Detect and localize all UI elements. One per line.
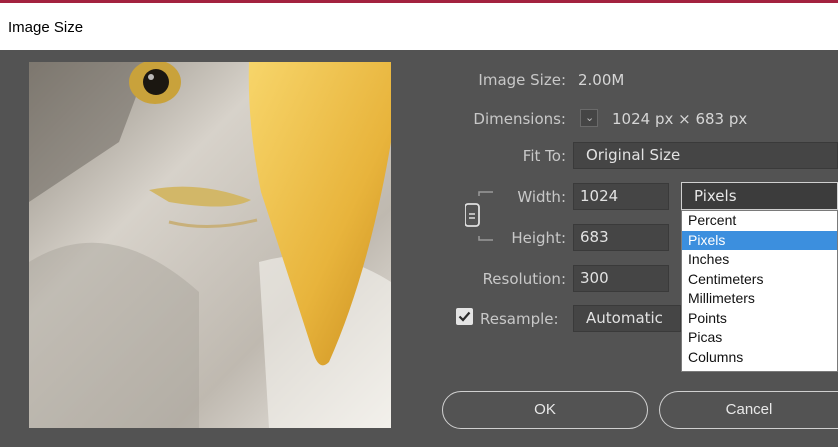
width-label: Width: (517, 188, 566, 206)
dimensions-units-dropdown[interactable]: ⌄ (580, 109, 598, 127)
title-bar: Image Size (0, 0, 838, 50)
window-title: Image Size (8, 19, 84, 36)
width-units-select[interactable]: Pixels (681, 182, 838, 210)
units-option-centimeters[interactable]: Centimeters (682, 270, 837, 290)
units-option-percent[interactable]: Percent (682, 211, 837, 231)
dimensions-label: Dimensions: (473, 110, 566, 128)
height-input[interactable]: 683 (573, 224, 669, 251)
height-label: Height: (511, 229, 566, 247)
image-size-value: 2.00M (578, 71, 625, 89)
resample-label: Resample: (480, 310, 559, 328)
units-dropdown-menu: Percent Pixels Inches Centimeters Millim… (681, 210, 838, 372)
units-option-points[interactable]: Points (682, 309, 837, 329)
chevron-down-icon: ⌄ (585, 112, 595, 124)
image-size-label: Image Size: (478, 71, 566, 89)
resample-select[interactable]: Automatic (573, 305, 681, 332)
dimensions-value: 1024 px × 683 px (612, 110, 748, 128)
checkmark-icon (458, 311, 471, 322)
image-preview[interactable] (29, 62, 391, 428)
units-option-columns[interactable]: Columns (682, 348, 837, 368)
image-size-dialog: Image Size: 2.00M Dimensions: ⌄ 1024 px … (0, 50, 838, 447)
eagle-preview-image (29, 62, 391, 428)
ok-button[interactable]: OK (442, 391, 648, 429)
fit-to-label: Fit To: (522, 147, 566, 165)
width-input[interactable]: 1024 (573, 183, 669, 210)
units-option-inches[interactable]: Inches (682, 250, 837, 270)
resolution-label: Resolution: (482, 270, 566, 288)
cancel-button[interactable]: Cancel (659, 391, 838, 429)
units-option-millimeters[interactable]: Millimeters (682, 289, 837, 309)
units-option-pixels[interactable]: Pixels (682, 230, 837, 250)
resample-checkbox[interactable] (456, 308, 473, 325)
units-option-picas[interactable]: Picas (682, 328, 837, 348)
fit-to-select[interactable]: Original Size (573, 142, 838, 169)
resolution-input[interactable]: 300 (573, 265, 669, 292)
